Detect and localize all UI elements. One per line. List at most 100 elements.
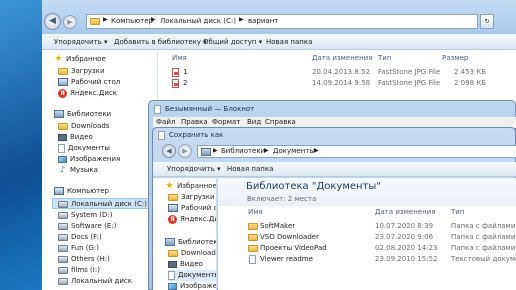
- save-nav-desktop[interactable]: Рабочий стол: [168, 203, 216, 214]
- star-icon: ★: [54, 54, 63, 64]
- save-nav-lib-images[interactable]: Изображения: [168, 281, 216, 290]
- save-nav-lib-video[interactable]: Видео: [168, 259, 203, 270]
- folder-icon: [90, 18, 100, 25]
- breadcrumb-folder[interactable]: вариант: [248, 17, 278, 25]
- menu-help[interactable]: Справка: [265, 118, 296, 126]
- notepad-title: Безымянный — Блокнот: [165, 105, 255, 113]
- file-size: 2 453 КБ: [454, 68, 487, 76]
- column-type[interactable]: Тип: [378, 53, 391, 64]
- arrow-right-icon: ▶: [182, 147, 188, 155]
- save-nav-libraries[interactable]: Библиотеки: [165, 237, 216, 248]
- nav-lib-documents[interactable]: Документы: [58, 143, 110, 154]
- nav-yandex-disk[interactable]: Я Яндекс.Диск: [58, 88, 117, 99]
- nav-libraries[interactable]: Библиотеки: [54, 109, 111, 120]
- jpg-file-icon: [172, 68, 179, 77]
- breadcrumb-computer[interactable]: Компьютер: [111, 17, 153, 25]
- menu-file[interactable]: Файл: [156, 118, 175, 126]
- file-date: 14.09.2014 9:58: [312, 79, 371, 87]
- nav-lib-images[interactable]: Изображения: [58, 154, 120, 165]
- list-item[interactable]: SoftMaker 10.07.2020 8:39 Папка с файлам…: [218, 221, 516, 232]
- jpg-file-icon: [172, 79, 179, 88]
- save-nav-pane: ★Избранное Загрузки Рабочий стол ЯЯндекс…: [153, 178, 217, 290]
- nav-drive-d[interactable]: System (D:): [58, 210, 113, 221]
- save-organize-button[interactable]: Упорядочить ▾: [167, 162, 221, 176]
- breadcrumb-documents[interactable]: Документы: [273, 147, 315, 155]
- nav-lib-music[interactable]: ♪ Музыка: [58, 165, 98, 176]
- column-name[interactable]: Имя: [248, 207, 263, 218]
- address-bar[interactable]: ▶ Компьютер ▶ Локальный диск (C:) ▶ вари…: [86, 14, 478, 29]
- nav-drive-c[interactable]: Локальный диск (C:): [52, 198, 156, 209]
- nav-drive-e[interactable]: Software (E:): [58, 221, 116, 232]
- column-date[interactable]: Дата изменения: [312, 53, 372, 64]
- nav-desktop[interactable]: Рабочий стол: [58, 77, 120, 88]
- list-item[interactable]: Проекты VideoPad 02.08.2020 14:23 Папка …: [218, 243, 516, 254]
- document-icon: [58, 143, 65, 153]
- drive-icon: [58, 222, 68, 230]
- column-type[interactable]: Тип: [451, 207, 464, 218]
- nav-drive-local[interactable]: Локальный диск: [58, 276, 132, 287]
- table-row[interactable]: 1 20.04.2013 8:52 FastStone JPG File 2 4…: [160, 67, 516, 78]
- item-date: 02.08.2020 14:23: [375, 244, 438, 252]
- save-address-bar[interactable]: ▶ Библиотеки ▶ Документы ▶: [197, 145, 516, 158]
- save-dialog-icon: [158, 131, 165, 140]
- save-nav-downloads[interactable]: Загрузки: [168, 192, 215, 203]
- table-row[interactable]: 2 14.09.2014 9:58 FastStone JPG File 2 0…: [160, 78, 516, 89]
- item-date: 23.07.2020 9:06: [375, 233, 434, 241]
- nav-drive-h[interactable]: Others (H:): [58, 254, 110, 265]
- column-date[interactable]: Дата изменения: [375, 207, 435, 218]
- column-header-row: Имя Дата изменения Тип Размер: [160, 53, 516, 64]
- nav-lib-downloads[interactable]: Downloads: [58, 121, 109, 132]
- arrow-left-icon: ◀: [49, 16, 56, 26]
- address-dropdown-button[interactable]: ↻: [480, 14, 494, 29]
- star-icon: ★: [165, 181, 174, 191]
- desktop-background: [0, 0, 42, 290]
- item-name: Viewer readme: [260, 255, 313, 263]
- save-nav-lib-documents[interactable]: Документы: [168, 270, 216, 281]
- downloads-folder-icon: [58, 67, 68, 75]
- column-name[interactable]: Имя: [172, 53, 187, 64]
- drive-icon: [58, 255, 68, 263]
- nav-lib-video[interactable]: Видео: [58, 132, 93, 143]
- drive-icon: [58, 200, 68, 208]
- item-type: Папка с файлами: [451, 244, 516, 252]
- music-icon: ♪: [59, 165, 66, 174]
- organize-button[interactable]: Упорядочить ▾: [54, 35, 108, 49]
- explorer-command-bar: Упорядочить ▾ Добавить в библиотеку ▾ Об…: [0, 34, 516, 50]
- save-back-button[interactable]: ◀: [162, 144, 176, 158]
- save-nav-lib-downloads[interactable]: Downloads: [168, 248, 216, 259]
- forward-button[interactable]: ▶: [63, 15, 77, 29]
- file-date: 20.04.2013 8:52: [312, 68, 371, 76]
- save-forward-button[interactable]: ▶: [178, 144, 192, 158]
- file-type: FastStone JPG File: [378, 68, 441, 76]
- breadcrumb-drive[interactable]: Локальный диск (C:): [160, 17, 236, 25]
- drive-icon: [58, 277, 68, 285]
- new-folder-button[interactable]: Новая папка: [266, 35, 312, 49]
- nav-drive-g[interactable]: Fun (G:): [58, 243, 99, 254]
- back-button[interactable]: ◀: [44, 13, 61, 30]
- nav-downloads[interactable]: Загрузки: [58, 66, 105, 77]
- nav-drive-f[interactable]: Docs (F:): [58, 232, 102, 243]
- menu-format[interactable]: Формат: [212, 118, 240, 126]
- drive-icon: [58, 233, 68, 241]
- library-title: Библиотека "Документы": [246, 181, 381, 192]
- nav-computer[interactable]: Компьютер: [54, 186, 109, 197]
- breadcrumb-libraries[interactable]: Библиотеки: [221, 147, 265, 155]
- save-content-pane: Библиотека "Документы" Включает: 2 места…: [218, 178, 516, 290]
- share-button[interactable]: Общий доступ ▾: [203, 35, 262, 49]
- menu-view[interactable]: Вид: [247, 118, 261, 126]
- save-column-header-row: Имя Дата изменения Тип: [218, 207, 516, 218]
- nav-drive-i[interactable]: films (I:): [58, 265, 100, 276]
- column-size[interactable]: Размер: [442, 53, 468, 64]
- drive-icon: [58, 266, 68, 274]
- save-new-folder-button[interactable]: Новая папка: [227, 162, 273, 176]
- list-item[interactable]: Viewer readme 23.09.2010 15:52 Текстовый…: [218, 254, 516, 265]
- save-nav-favorites[interactable]: ★ Избранное: [165, 181, 216, 192]
- list-item[interactable]: VSO Downloader 23.07.2020 9:06 Папка с ф…: [218, 232, 516, 243]
- add-to-library-button[interactable]: Добавить в библиотеку ▾: [114, 35, 207, 49]
- breadcrumb-sep-icon: ▶: [239, 16, 244, 23]
- save-nav-yandex-disk[interactable]: ЯЯндекс.Диск: [168, 214, 216, 225]
- menu-edit[interactable]: Правка: [181, 118, 208, 126]
- breadcrumb-sep-icon: ▶: [264, 147, 269, 154]
- nav-favorites[interactable]: ★ Избранное: [54, 54, 105, 65]
- file-name: 1: [183, 68, 188, 76]
